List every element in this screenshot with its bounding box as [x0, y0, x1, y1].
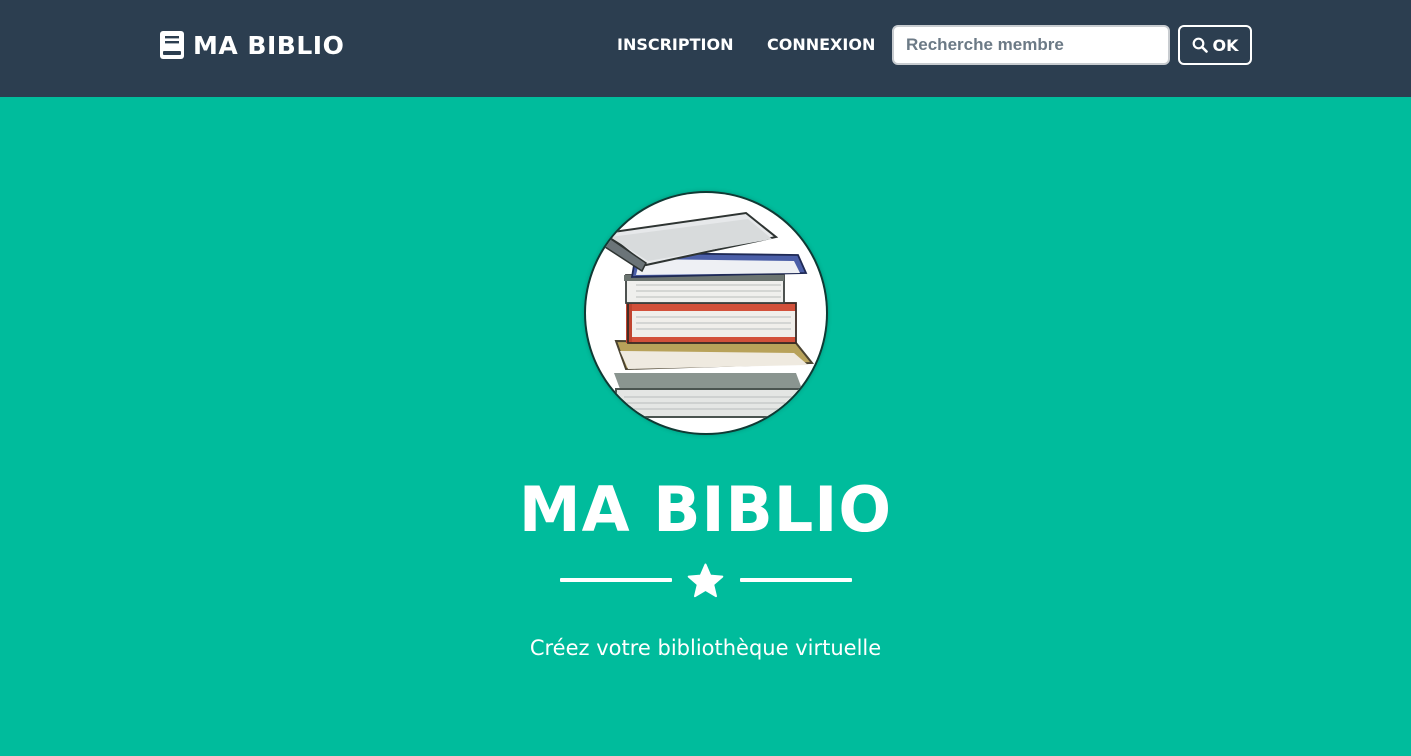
- nav-link-inscription[interactable]: INSCRIPTION: [617, 34, 733, 56]
- search-button[interactable]: OK: [1178, 25, 1252, 65]
- divider-line-left: [560, 578, 672, 582]
- nav-link-connexion[interactable]: CONNEXION: [767, 34, 875, 56]
- hero-title: MA BIBLIO: [518, 473, 893, 546]
- hero-subtitle: Créez votre bibliothèque virtuelle: [529, 636, 882, 660]
- search-button-label: OK: [1212, 35, 1239, 55]
- brand-link[interactable]: MA BIBLIO: [159, 29, 344, 61]
- member-search-input[interactable]: [892, 25, 1170, 65]
- brand-label: MA BIBLIO: [193, 30, 345, 60]
- search-icon: [1192, 37, 1208, 53]
- book-icon: [159, 30, 185, 60]
- star-icon: [687, 563, 724, 598]
- books-stack-image: [586, 193, 826, 433]
- divider-line-right: [740, 578, 852, 582]
- navbar: MA BIBLIO INSCRIPTION CONNEXION OK: [0, 0, 1411, 97]
